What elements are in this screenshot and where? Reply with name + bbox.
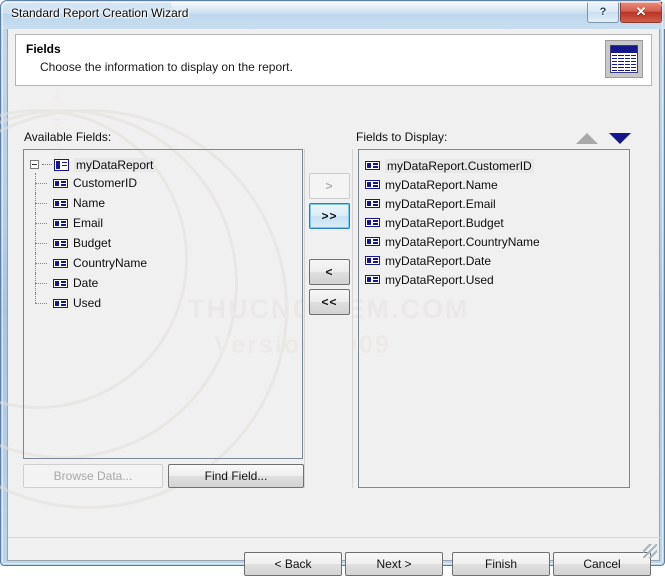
- tree-node-label: CountryName: [73, 256, 148, 270]
- page-subtitle: Choose the information to display on the…: [40, 60, 293, 74]
- remove-field-button[interactable]: <: [309, 259, 350, 285]
- field-icon: [53, 218, 68, 228]
- tree-node-label: Email: [73, 216, 104, 230]
- tree-node-name[interactable]: Name: [24, 193, 302, 213]
- field-icon: [365, 237, 380, 246]
- help-button[interactable]: ?: [587, 2, 619, 23]
- available-fields-tree[interactable]: myDataReport CustomerID Name Email Budge…: [23, 149, 303, 459]
- field-icon: [53, 258, 68, 268]
- field-icon: [53, 238, 68, 248]
- add-all-fields-button[interactable]: >>: [309, 203, 350, 229]
- field-icon: [365, 199, 380, 208]
- close-button[interactable]: ✕: [620, 2, 662, 23]
- finish-button[interactable]: Finish: [452, 552, 550, 576]
- field-icon: [365, 256, 380, 265]
- tree-node-customerid[interactable]: CustomerID: [24, 173, 302, 193]
- field-icon: [365, 275, 380, 284]
- wizard-header: Fields Choose the information to display…: [15, 34, 652, 86]
- available-fields-label: Available Fields:: [24, 130, 112, 144]
- field-icon: [53, 298, 68, 308]
- tree-node-label: myDataReport: [74, 157, 156, 172]
- move-down-icon[interactable]: [609, 130, 631, 146]
- fields-to-display-label: Fields to Display:: [356, 130, 448, 144]
- wizard-window: Standard Report Creation Wizard ? ✕ Fiel…: [0, 0, 665, 576]
- list-item[interactable]: myDataReport.Name: [359, 175, 629, 194]
- tree-node-date[interactable]: Date: [24, 273, 302, 293]
- list-item[interactable]: myDataReport.CustomerID: [359, 156, 629, 175]
- field-icon: [365, 218, 380, 227]
- field-icon: [53, 198, 68, 208]
- list-item[interactable]: myDataReport.CountryName: [359, 232, 629, 251]
- add-field-button[interactable]: >: [309, 173, 350, 199]
- tree-node-budget[interactable]: Budget: [24, 233, 302, 253]
- remove-all-fields-button[interactable]: <<: [309, 289, 350, 315]
- back-button[interactable]: < Back: [244, 552, 342, 576]
- list-item-label: myDataReport.Used: [385, 272, 494, 287]
- fields-to-display-list[interactable]: myDataReport.CustomerID myDataReport.Nam…: [358, 149, 630, 488]
- list-item[interactable]: myDataReport.Email: [359, 194, 629, 213]
- window-title: Standard Report Creation Wizard: [11, 6, 189, 20]
- footer-divider: [8, 537, 661, 538]
- next-button[interactable]: Next >: [345, 552, 443, 576]
- tree-node-email[interactable]: Email: [24, 213, 302, 233]
- dialog-client-area: Fields Choose the information to display…: [0, 29, 661, 576]
- list-item-label: myDataReport.CountryName: [385, 234, 540, 249]
- list-item-label: myDataReport.CustomerID: [385, 158, 534, 173]
- transfer-button-group: > >> < <<: [304, 149, 353, 488]
- display-list-container: myDataReport.CustomerID myDataReport.Nam…: [359, 150, 629, 289]
- field-icon: [53, 178, 68, 188]
- tree-node-used[interactable]: Used: [24, 293, 302, 313]
- tree-node-root[interactable]: myDataReport: [24, 156, 302, 173]
- find-field-button[interactable]: Find Field...: [168, 464, 304, 488]
- tree-node-label: Date: [73, 276, 99, 290]
- browse-data-button[interactable]: Browse Data...: [23, 464, 163, 488]
- tree-node-label: CustomerID: [73, 176, 138, 190]
- collapse-icon[interactable]: [30, 160, 39, 169]
- list-item-label: myDataReport.Name: [385, 177, 498, 192]
- report-sheet-rows: [612, 55, 636, 71]
- list-item-label: myDataReport.Email: [385, 196, 496, 211]
- resize-grip[interactable]: [643, 544, 657, 558]
- tree-root-container: myDataReport CustomerID Name Email Budge…: [24, 150, 302, 313]
- tree-node-label: Name: [73, 196, 106, 210]
- field-icon: [365, 180, 380, 189]
- field-icon: [53, 278, 68, 288]
- field-icon: [365, 161, 380, 170]
- list-item[interactable]: myDataReport.Date: [359, 251, 629, 270]
- list-item-label: myDataReport.Date: [385, 253, 492, 268]
- list-item[interactable]: myDataReport.Used: [359, 270, 629, 289]
- page-title: Fields: [26, 42, 61, 56]
- list-item[interactable]: myDataReport.Budget: [359, 213, 629, 232]
- report-sheet-glyph: [610, 45, 638, 73]
- cancel-button[interactable]: Cancel: [553, 552, 651, 576]
- move-up-icon[interactable]: [576, 130, 598, 146]
- title-bar-glow: [171, 2, 601, 12]
- tree-node-label: Used: [73, 296, 102, 310]
- report-sheet-icon: [605, 40, 643, 78]
- tree-node-countryname[interactable]: CountryName: [24, 253, 302, 273]
- table-icon: [54, 158, 69, 171]
- list-item-label: myDataReport.Budget: [385, 215, 504, 230]
- tree-node-label: Budget: [73, 236, 112, 250]
- tree-connector: [42, 164, 52, 165]
- title-bar[interactable]: Standard Report Creation Wizard ? ✕: [1, 1, 665, 29]
